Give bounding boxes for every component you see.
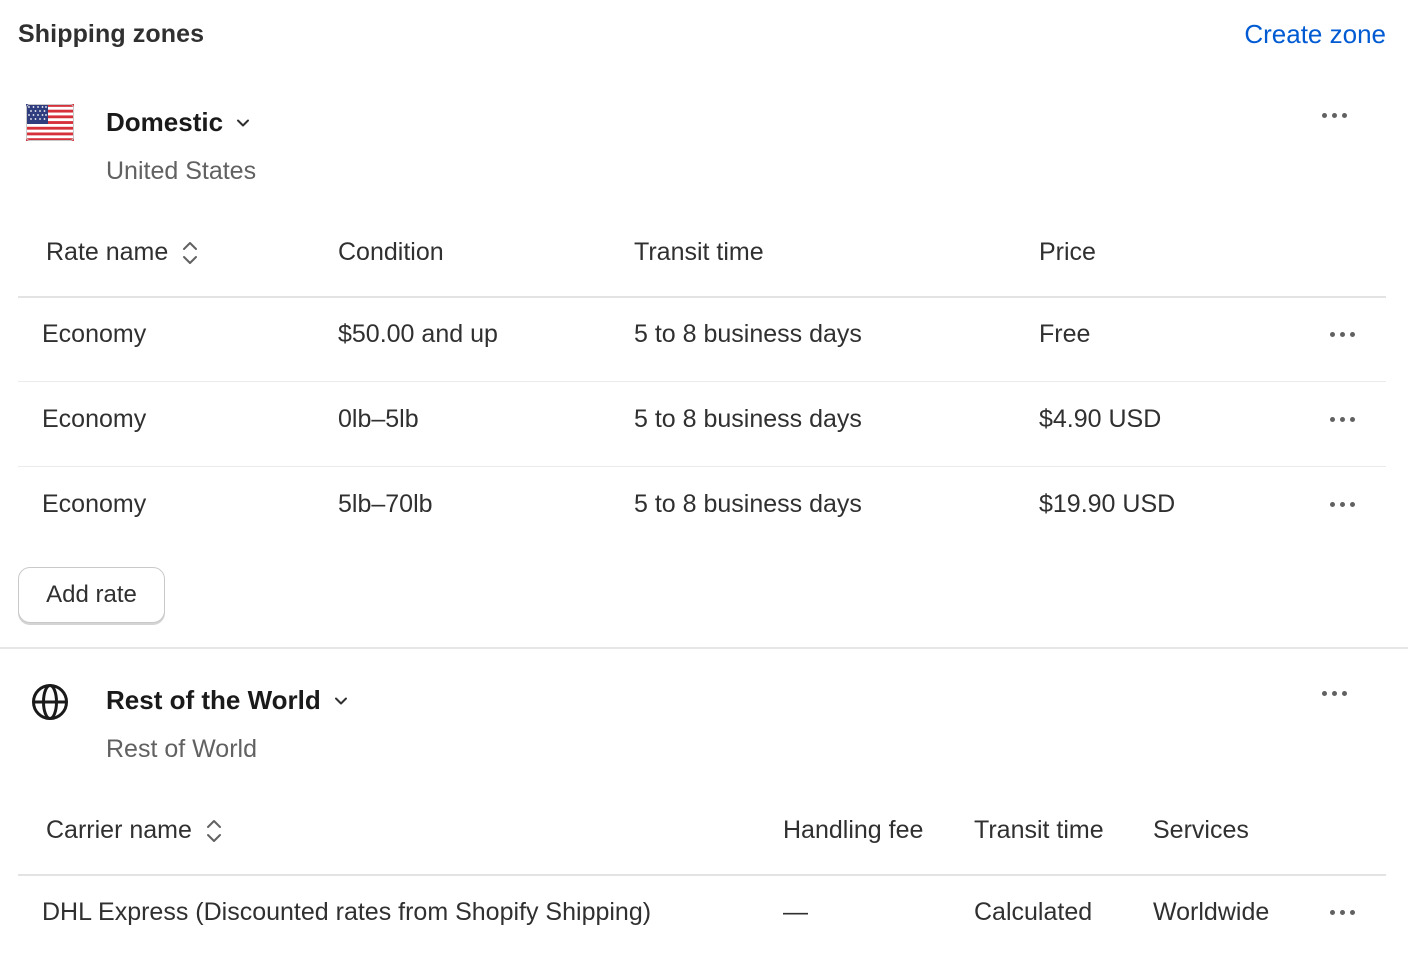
rate-more-button[interactable] (1322, 492, 1362, 516)
transit-cell: 5 to 8 business days (634, 490, 862, 518)
rate-name-cell: Economy (42, 320, 147, 348)
page-title: Shipping zones (18, 20, 205, 48)
zone-domestic-title: Domestic (106, 107, 224, 137)
column-header-carrier-name[interactable]: Carrier name (46, 816, 223, 845)
transit-cell: Calculated (974, 898, 1093, 926)
carrier-more-button[interactable] (1322, 900, 1362, 924)
transit-cell: 5 to 8 business days (634, 320, 862, 348)
column-header-condition: Condition (338, 238, 444, 266)
row-divider (18, 381, 1386, 382)
condition-cell: 5lb–70lb (338, 490, 433, 518)
column-header-rate-name[interactable]: Rate name (46, 238, 199, 267)
row-divider (18, 466, 1386, 467)
rate-more-button[interactable] (1322, 407, 1362, 431)
handling-fee-cell: — (783, 898, 808, 926)
create-zone-link[interactable]: Create zone (1244, 19, 1386, 50)
price-cell: Free (1039, 320, 1091, 348)
table-header-divider (18, 296, 1386, 298)
column-header-handling-fee: Handling fee (783, 816, 924, 844)
price-cell: $19.90 USD (1039, 490, 1176, 518)
services-cell: Worldwide (1153, 898, 1270, 926)
zone-rest-of-world-toggle[interactable]: Rest of the World (106, 685, 351, 716)
transit-cell: 5 to 8 business days (634, 405, 862, 433)
zone-rest-of-world-more-button[interactable] (1314, 681, 1354, 705)
sort-icon (206, 820, 221, 843)
rate-more-button[interactable] (1322, 322, 1362, 346)
zone-divider (0, 647, 1408, 649)
column-header-price: Price (1039, 238, 1096, 266)
column-header-transit-time: Transit time (974, 816, 1104, 844)
condition-cell: 0lb–5lb (338, 405, 419, 433)
add-rate-button[interactable]: Add rate (18, 567, 165, 623)
us-flag-icon (26, 104, 74, 141)
rate-name-cell: Economy (42, 405, 147, 433)
zone-domestic-more-button[interactable] (1314, 103, 1354, 127)
carrier-name-cell: DHL Express (Discounted rates from Shopi… (42, 898, 652, 926)
condition-cell: $50.00 and up (338, 320, 498, 348)
rate-name-cell: Economy (42, 490, 147, 518)
zone-rest-of-world-region: Rest of World (106, 735, 257, 763)
zone-domestic-toggle[interactable]: Domestic (106, 107, 253, 138)
globe-icon (32, 684, 68, 720)
zone-domestic-region: United States (106, 157, 257, 185)
price-cell: $4.90 USD (1039, 405, 1162, 433)
column-header-transit-time: Transit time (634, 238, 764, 266)
chevron-down-icon (334, 697, 347, 704)
sort-icon (183, 242, 198, 265)
zone-rest-of-world-title: Rest of the World (106, 685, 321, 715)
column-header-services: Services (1153, 816, 1249, 844)
table-header-divider (18, 874, 1386, 876)
chevron-down-icon (237, 119, 250, 126)
